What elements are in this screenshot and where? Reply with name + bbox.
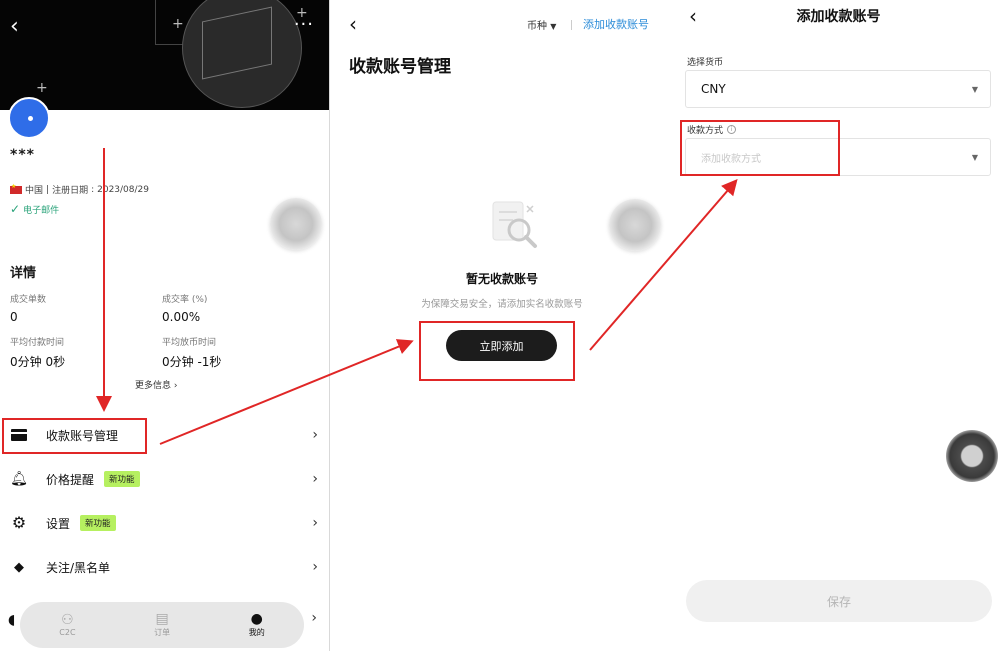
- nav-tab-orders[interactable]: ▤ 订单: [154, 610, 171, 638]
- stat-orders: 成交单数 0: [10, 292, 46, 324]
- stat-value: 0分钟 -1秒: [162, 355, 222, 369]
- nav-tab-label: 订单: [154, 628, 171, 638]
- caret-down-icon: ▼: [971, 152, 978, 162]
- menu-item-label: 收款账号管理: [46, 428, 119, 443]
- bell-icon: 🔔︎: [10, 471, 28, 487]
- email-verified: ✓ 电子邮件: [10, 202, 59, 216]
- currency-select-value: CNY: [701, 82, 726, 96]
- currency-field-label-text: 选择货币: [687, 58, 724, 68]
- chevron-right-icon: ›: [311, 610, 317, 626]
- floating-assistive-ball[interactable]: [946, 430, 998, 482]
- headset-icon[interactable]: ◖: [8, 612, 15, 628]
- tag-icon: ◆: [14, 559, 24, 575]
- more-options-icon[interactable]: ···: [294, 14, 314, 35]
- plus-decoration-icon: +: [36, 80, 48, 96]
- page-title: 添加收款账号: [796, 9, 881, 25]
- avatar[interactable]: [8, 97, 50, 139]
- chevron-right-icon: ›: [312, 427, 318, 443]
- nav-tab-label: 我的: [248, 628, 265, 638]
- floating-assistive-ball[interactable]: [270, 198, 322, 250]
- china-flag-icon: [10, 183, 22, 194]
- stat-avg-pay-time: 平均付款时间 0分钟 0秒: [10, 335, 65, 370]
- menu-item-settings[interactable]: ⚙ 设置 新功能 ›: [0, 502, 329, 544]
- stat-label: 成交率 (%): [162, 295, 208, 305]
- back-arrow-icon[interactable]: ‹: [10, 14, 19, 39]
- back-arrow-icon[interactable]: ‹: [349, 12, 357, 36]
- user-icon: ●: [250, 610, 263, 627]
- more-info-label: 更多信息: [135, 381, 172, 391]
- currency-select[interactable]: CNY ▼: [685, 70, 991, 108]
- email-verified-label: 电子邮件: [23, 205, 60, 216]
- chevron-right-icon: ›: [312, 471, 318, 487]
- order-icon: ▤: [155, 610, 169, 627]
- floating-assistive-ball[interactable]: [609, 199, 661, 251]
- caret-down-icon: ▼: [971, 84, 978, 94]
- caret-down-icon: ▼: [550, 22, 557, 31]
- chevron-right-icon: ›: [173, 381, 178, 391]
- plus-decoration-icon: +: [172, 16, 184, 32]
- profile-screen: + + + ‹ ··· *** 中国 | 注册日期 : 2023/08/29 ✓…: [0, 0, 330, 651]
- currency-field-label: 选择货币: [687, 55, 723, 68]
- stat-label: 成交单数: [10, 295, 47, 305]
- meta-separator: |: [46, 184, 50, 195]
- register-label: 注册日期: [52, 186, 89, 196]
- method-field-label-text: 收款方式: [687, 126, 724, 136]
- new-feature-badge: 新功能: [80, 515, 116, 531]
- add-now-button[interactable]: 立即添加: [446, 330, 557, 361]
- add-payment-account-screen: ‹ 添加收款账号 选择货币 CNY ▼ 收款方式 i 添加收款方式 ▼ 保存: [673, 0, 1004, 651]
- gear-icon: ⚙: [11, 513, 27, 532]
- card-icon: [10, 429, 28, 441]
- stat-avg-release-time: 平均放币时间 0分钟 -1秒: [162, 335, 221, 370]
- method-field-label: 收款方式 i: [687, 123, 737, 136]
- new-feature-badge: 新功能: [104, 471, 140, 487]
- chevron-right-icon: ›: [312, 559, 318, 575]
- bottom-nav: ⚇ C2C ▤ 订单 ● 我的: [20, 602, 304, 648]
- menu-item-price-alert[interactable]: 🔔︎ 价格提醒 新功能 ›: [0, 458, 329, 500]
- more-info-link[interactable]: 更多信息 ›: [135, 378, 178, 391]
- people-icon: ⚇: [61, 611, 74, 628]
- menu-item-label: 价格提醒: [46, 472, 95, 487]
- username: ***: [10, 147, 35, 163]
- payment-accounts-screen: ‹ 币种 ▼ 添加收款账号 收款账号管理 暂无收款账号 为保障交易安全，请添加实…: [331, 0, 673, 651]
- empty-state-subtitle: 为保障交易安全，请添加实名收款账号: [421, 299, 583, 310]
- add-account-link[interactable]: 添加收款账号: [583, 16, 649, 32]
- page-title: 收款账号管理: [349, 57, 451, 77]
- chevron-right-icon: ›: [312, 515, 318, 531]
- nav-tab-mine[interactable]: ● 我的: [248, 610, 265, 638]
- user-meta-line: 中国 | 注册日期 : 2023/08/29: [10, 183, 149, 196]
- menu-item-label: 关注/黑名单: [46, 560, 111, 575]
- register-colon: :: [91, 184, 95, 195]
- register-date: 2023/08/29: [97, 184, 149, 195]
- save-button[interactable]: 保存: [686, 580, 992, 622]
- check-icon: ✓: [10, 202, 21, 216]
- payment-method-placeholder: 添加收款方式: [701, 153, 761, 165]
- divider: [571, 20, 572, 30]
- details-title: 详情: [10, 266, 37, 281]
- stat-label: 平均付款时间: [10, 338, 65, 348]
- stat-label: 平均放币时间: [162, 338, 217, 348]
- empty-state-title: 暂无收款账号: [465, 272, 538, 286]
- country: 中国: [25, 186, 44, 196]
- info-icon[interactable]: i: [727, 125, 737, 134]
- stat-value: 0.00%: [162, 310, 201, 324]
- stat-value: 0分钟 0秒: [10, 355, 66, 369]
- currency-filter[interactable]: 币种 ▼: [527, 17, 556, 32]
- currency-filter-label: 币种: [527, 21, 547, 32]
- menu-item-follow-blacklist[interactable]: ◆ 关注/黑名单 ›: [0, 546, 329, 588]
- nav-tab-c2c[interactable]: ⚇ C2C: [59, 611, 76, 638]
- menu-item-payment-accounts[interactable]: 收款账号管理 ›: [0, 414, 329, 456]
- empty-state-illustration-icon: [492, 201, 537, 248]
- payment-method-select[interactable]: 添加收款方式 ▼: [685, 138, 991, 176]
- stat-completion-rate: 成交率 (%) 0.00%: [162, 292, 207, 324]
- stat-value: 0: [10, 310, 18, 324]
- menu-item-label: 设置: [46, 516, 71, 531]
- profile-header-banner: + + + ‹ ···: [0, 0, 329, 110]
- nav-tab-label: C2C: [59, 628, 76, 638]
